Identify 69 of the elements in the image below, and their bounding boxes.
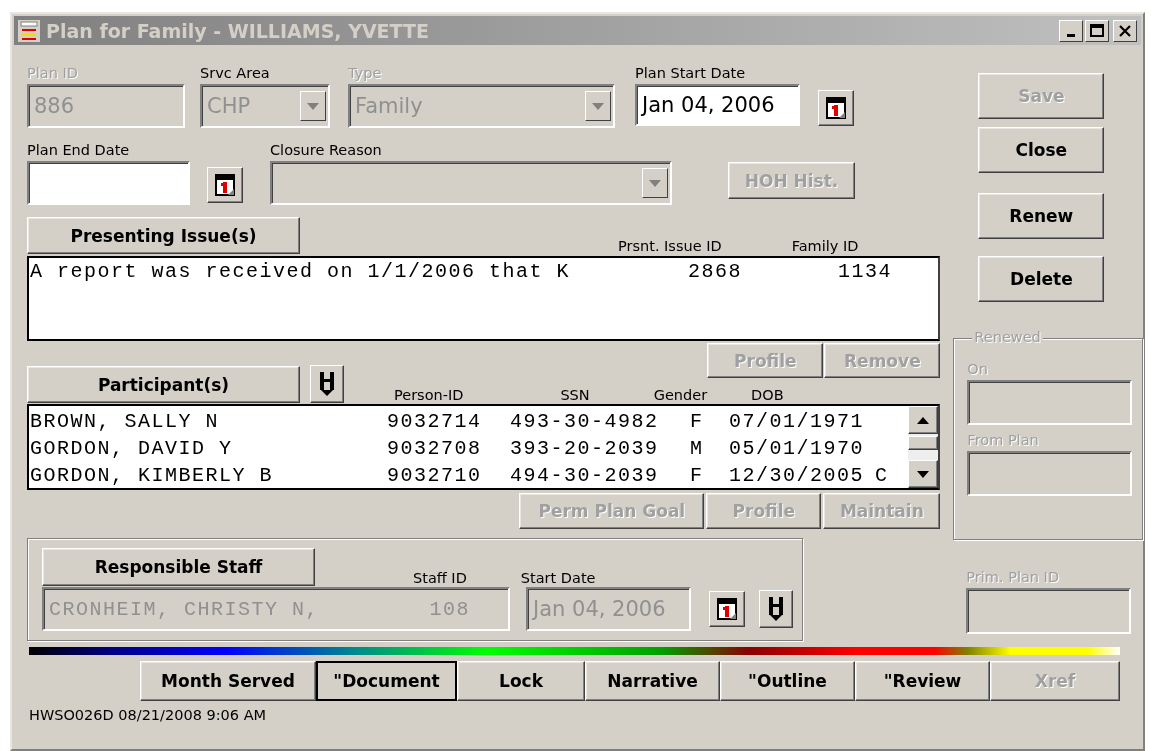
column-header: SSN [560,387,590,403]
maximize-icon [1090,24,1104,37]
prim-plan-id-field[interactable] [966,588,1132,634]
toolbar-button[interactable]: Month Served [140,661,316,701]
toolbar-button[interactable]: "Document [316,661,457,701]
calendar-icon[interactable] [818,90,854,126]
dob-cell-text: 05/01/1970 [729,437,866,460]
toolbar-button[interactable]: "Review [855,661,990,701]
participants-button[interactable]: Participant(s) [27,366,300,403]
column-header: Gender [653,387,708,403]
presenting-issues-list[interactable]: A report was received on 1/1/2006 that K 2868 1134 [27,256,940,341]
action-button[interactable]: Renew [978,193,1105,239]
column-header: Staff ID [413,570,467,586]
toolbar-button[interactable]: "Outline [720,661,855,701]
participants-list[interactable]: BROWN, SALLY N 9032714 493-30-4982 F 07/01/1971 GORDON, DAVID Y 9032708 393-20-2039 M 05/01/1970 GORDON, KIMBERLY B 9032710 494-30-2039 F 12/30/2005 C [27,404,940,490]
dob-cell-text: 12/30/2005 [729,464,866,487]
issue-text: A report was received on 1/1/2006 that K [30,260,572,283]
scroll-up-icon[interactable] [908,406,938,434]
gender-cell-text: M [690,437,705,460]
person-id-cell-text: 9032714 [387,410,483,433]
calendar-icon[interactable] [709,591,745,627]
action-button[interactable]: Delete [978,256,1105,302]
name-cell-text: BROWN, SALLY N [30,410,221,433]
field-label: Start Date [520,570,596,586]
family-id-cell: 1134 [838,260,892,283]
field-label: Plan End Date [27,142,131,158]
ssn-cell-text: 393-20-2039 [510,437,660,460]
field-label: Srvc Area [200,65,271,81]
scroll-down-icon[interactable] [908,460,938,488]
close-icon [1119,24,1131,37]
ssn-cell-text: 493-30-4982 [510,410,660,433]
column-header: DOB [751,387,784,403]
toolbar-button[interactable]: Lock [457,661,585,701]
person-id-cell-text: 9032710 [387,464,483,487]
column-header: Family ID [791,238,859,254]
issue-id-cell: 2868 [688,260,742,283]
presenting-issues-button[interactable]: Presenting Issue(s) [27,217,300,254]
staff-id: 108 [429,597,470,621]
ssn-cell-text: 494-30-2039 [510,464,660,487]
calendar-icon[interactable] [207,167,243,203]
plan-start-date-field[interactable]: Jan 04, 2006 [635,84,800,126]
field-label: Closure Reason [270,142,383,158]
gender-cell-text: F [690,410,705,433]
maximize-button[interactable] [1085,19,1109,42]
flag-cell-text: C [875,464,890,487]
staff-name: CRONHEIM, CHRISTY N, [49,597,320,621]
close-button[interactable] [1113,19,1137,42]
field-label: Plan Start Date [635,65,747,81]
scrollbar[interactable] [908,406,938,488]
column-header: Person-ID [394,387,464,403]
toolbar-button[interactable]: Narrative [585,661,720,701]
scroll-thumb[interactable] [908,436,938,450]
name-cell-text: GORDON, DAVID Y [30,437,234,460]
plan-end-date-field[interactable] [27,161,190,205]
column-header: Prsnt. Issue ID [618,238,722,254]
gender-cell-text: F [690,464,705,487]
minimize-icon [1067,33,1075,37]
dob-cell-text: 07/01/1971 [729,410,866,433]
status-text: HWSO026D 08/21/2008 9:06 AM [29,707,268,723]
name-cell-text: GORDON, KIMBERLY B [30,464,275,487]
window-title: Plan for Family - WILLIAMS, YVETTE [46,19,430,42]
from-plan-field[interactable] [967,451,1133,496]
minimize-button[interactable] [1059,19,1083,42]
sort-down-icon[interactable] [759,590,793,628]
app-icon [18,19,40,42]
sort-down-icon[interactable] [310,365,344,403]
renewed-on-field[interactable] [967,380,1133,425]
person-id-cell-text: 9032708 [387,437,483,460]
action-button[interactable]: Close [978,127,1105,173]
